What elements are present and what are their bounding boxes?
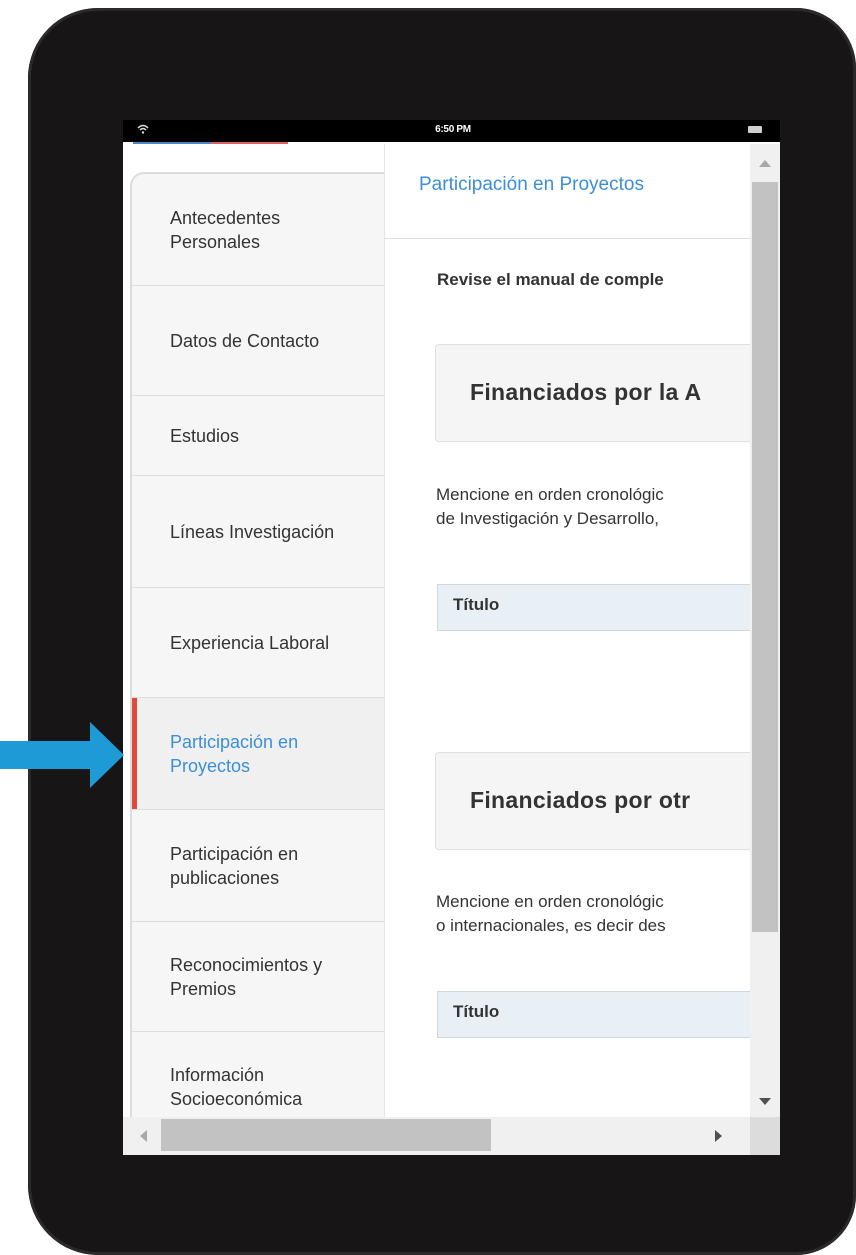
sidebar-item-estudios[interactable]: Estudios [132, 396, 384, 476]
vertical-scroll-thumb[interactable] [752, 182, 778, 932]
sidebar-item-label: Información Socioeconómica [170, 1065, 303, 1109]
status-time: 6:50 PM [435, 124, 471, 135]
scroll-right-arrow-icon[interactable] [715, 1130, 722, 1142]
sidebar-item-participacion-proyectos[interactable]: Participación en Proyectos [132, 698, 384, 810]
content-header: Participación en Proyectos [385, 144, 751, 239]
main-content: Participación en Proyectos Revise el man… [384, 144, 751, 1117]
page-title: Participación en Proyectos [419, 174, 644, 195]
top-progress-strip [133, 142, 288, 144]
sidebar-item-datos-de-contacto[interactable]: Datos de Contacto [132, 286, 384, 396]
sidebar-item-antecedentes-personales[interactable]: Antecedentes Personales [132, 174, 384, 286]
description-line: Mencione en orden cronológic [436, 892, 664, 911]
vertical-scrollbar[interactable] [750, 144, 780, 1117]
column-header-titulo[interactable]: Título [453, 1002, 499, 1022]
callout-arrow-icon [0, 722, 124, 788]
horizontal-scroll-thumb[interactable] [161, 1119, 491, 1151]
section-title: Financiados por otr [470, 787, 691, 813]
sidebar-item-label: Estudios [170, 425, 240, 446]
section-title: Financiados por la A [470, 379, 702, 405]
scrollbar-corner [750, 1117, 780, 1155]
description-line: de Investigación y Desarrollo, [436, 509, 660, 528]
sidebar-item-label: Experiencia Laboral [170, 632, 330, 653]
scroll-left-arrow-icon[interactable] [140, 1130, 147, 1142]
sidebar-item-label: Antecedentes Personales [170, 207, 281, 252]
sidebar-item-label: Participación en Proyectos [170, 731, 299, 776]
table-header-row: Título [437, 991, 751, 1038]
sidebar-item-label: Participación en publicaciones [170, 843, 299, 888]
sidebar-item-experiencia-laboral[interactable]: Experiencia Laboral [132, 588, 384, 698]
section-description: Mencione en orden cronológic o internaci… [436, 890, 751, 938]
progress-strip-red [211, 142, 288, 144]
battery-icon [748, 126, 762, 133]
sidebar-item-label: Reconocimientos y Premios [170, 954, 323, 999]
scroll-up-arrow-icon[interactable] [759, 160, 771, 167]
scroll-down-arrow-icon[interactable] [759, 1098, 771, 1105]
sidebar-item-reconocimientos-premios[interactable]: Reconocimientos y Premios [132, 922, 384, 1032]
horizontal-scrollbar[interactable] [123, 1117, 750, 1155]
status-bar: 6:50 PM [123, 120, 780, 142]
table-header-row: Título [437, 584, 751, 631]
section-panel-financiados-otros: Financiados por otr [435, 752, 751, 850]
description-line: o internacionales, es decir des [436, 916, 666, 935]
description-line: Mencione en orden cronológic [436, 485, 664, 504]
sidebar-item-label: Líneas Investigación [170, 521, 335, 542]
progress-strip-blue [133, 142, 211, 144]
section-panel-financiados-a: Financiados por la A [435, 344, 751, 442]
sidebar-item-label: Datos de Contacto [170, 330, 320, 351]
tablet-screen: 6:50 PM Antecedentes Personales Datos de… [123, 120, 780, 1155]
sidebar-item-participacion-publicaciones[interactable]: Participación en publicaciones [132, 810, 384, 922]
manual-instruction-text: Revise el manual de comple [437, 270, 664, 289]
column-header-titulo[interactable]: Título [453, 595, 499, 615]
wifi-icon [137, 124, 149, 134]
sidebar-item-lineas-investigacion[interactable]: Líneas Investigación [132, 476, 384, 588]
section-description: Mencione en orden cronológic de Investig… [436, 483, 751, 531]
sidebar-nav: Antecedentes Personales Datos de Contact… [130, 172, 386, 1142]
